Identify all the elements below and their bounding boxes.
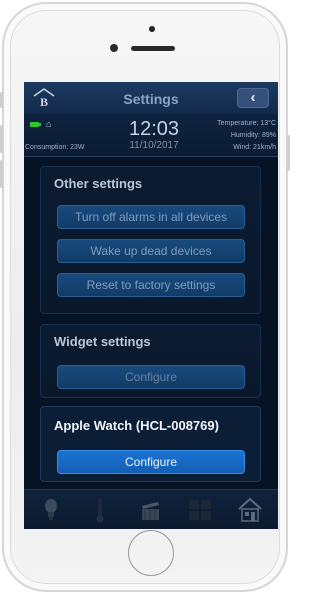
title-bar: B Settings ‹ [24, 82, 278, 114]
home-button[interactable] [128, 530, 174, 576]
thermometer-icon [96, 498, 104, 523]
volume-up-button [0, 125, 3, 153]
house-icon [238, 497, 262, 522]
chevron-left-icon: ‹ [250, 89, 256, 106]
clock-date: 11/10/2017 [129, 140, 179, 151]
proximity-sensor [149, 26, 155, 32]
consumption-readout: Consumption: 23W [25, 144, 85, 151]
home-status-icon: ⌂ [46, 119, 52, 129]
status-bar: ⌂ Consumption: 23W 12:03 11/10/2017 Temp… [24, 114, 278, 157]
wind-readout: Wind: 21km/h [233, 144, 276, 151]
other-settings-title: Other settings [54, 176, 143, 191]
wake-up-dead-devices-button[interactable]: Wake up dead devices [57, 239, 245, 263]
app-screen: B Settings ‹ ⌂ Consumption: 23W 12:03 11… [24, 82, 278, 529]
humidity-readout: Humidity: 89% [230, 132, 276, 139]
reset-factory-settings-button[interactable]: Reset to factory settings [57, 273, 245, 297]
back-button[interactable]: ‹ [237, 88, 269, 108]
other-settings-panel: Other settings Turn off alarms in all de… [40, 166, 261, 314]
apple-watch-title: Apple Watch (HCL-008769) [54, 418, 219, 433]
lightbulb-icon [45, 499, 57, 520]
tab-scenes[interactable] [132, 494, 168, 526]
weather-readout: Temperature: 13°C Humidity: 89% Wind: 21… [217, 118, 276, 154]
widget-settings-panel: Widget settings Configure [40, 324, 261, 398]
bottom-tab-bar [24, 489, 278, 529]
widget-configure-button[interactable]: Configure [57, 365, 245, 389]
power-button [287, 135, 290, 171]
tab-home[interactable] [232, 494, 268, 526]
earpiece-speaker [131, 46, 175, 51]
apple-watch-configure-button[interactable]: Configure [57, 450, 245, 474]
battery-icon [30, 122, 41, 127]
apple-watch-panel: Apple Watch (HCL-008769) Configure [40, 406, 261, 482]
tab-lights[interactable] [33, 494, 69, 526]
clock-time: 12:03 [128, 118, 180, 140]
temperature-readout: Temperature: 13°C [217, 120, 276, 127]
tab-rooms[interactable] [182, 494, 218, 526]
widget-settings-title: Widget settings [54, 334, 151, 349]
tab-climate[interactable] [82, 494, 118, 526]
volume-down-button [0, 160, 3, 188]
turn-off-alarms-button[interactable]: Turn off alarms in all devices [57, 205, 245, 229]
mute-switch [0, 92, 3, 108]
front-camera [110, 44, 118, 52]
rooms-grid-icon [189, 500, 211, 520]
scene-clapper-icon [142, 502, 159, 520]
